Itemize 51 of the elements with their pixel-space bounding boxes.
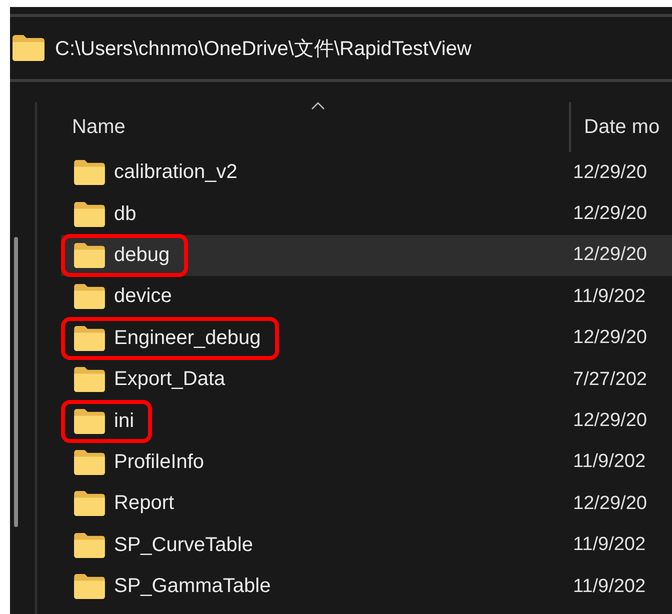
date-modified: 12/29/20 <box>573 244 647 266</box>
date-modified: 12/29/20 <box>573 492 647 515</box>
folder-name: db <box>114 202 136 226</box>
folder-icon <box>74 408 105 434</box>
folder-icon <box>12 35 45 61</box>
folder-icon <box>74 532 105 558</box>
folder-name: ProfileInfo <box>114 450 204 474</box>
folder-row[interactable]: Report 12/29/20 <box>61 483 672 525</box>
folder-name: Engineer_debug <box>114 326 261 350</box>
date-modified: 7/27/202 <box>573 368 647 391</box>
folder-row[interactable]: Export_Data 7/27/202 <box>61 358 672 400</box>
date-modified: 12/29/20 <box>573 203 647 226</box>
date-modified: 11/9/202 <box>573 534 646 556</box>
folder-name: SP_CurveTable <box>114 534 253 557</box>
folder-row[interactable]: SP_GammaTable 11/9/202 <box>61 566 672 608</box>
folder-row[interactable]: debug 12/29/20 <box>61 234 672 276</box>
date-modified: 12/29/20 <box>573 327 647 350</box>
folder-row[interactable]: db 12/29/20 <box>61 193 672 235</box>
date-modified: 11/9/202 <box>573 576 646 598</box>
date-modified: 11/9/202 <box>573 286 646 308</box>
folder-row[interactable]: Engineer_debug 12/29/20 <box>61 318 672 359</box>
folder-icon <box>74 491 105 516</box>
folder-name: Report <box>114 492 174 516</box>
date-modified: 12/29/20 <box>573 162 647 184</box>
date-modified: 11/9/202 <box>573 451 646 474</box>
sort-caret-icon <box>311 102 325 110</box>
folder-icon <box>74 326 105 351</box>
folder-icon <box>74 202 105 227</box>
folder-row[interactable]: ini 12/29/20 <box>61 400 672 442</box>
folder-name: ini <box>114 410 134 433</box>
folder-icon <box>74 160 105 186</box>
folder-row[interactable]: SP_CurveTable 11/9/202 <box>61 524 672 566</box>
folder-name: Export_Data <box>114 368 226 392</box>
folder-row[interactable]: calibration_v2 12/29/20 <box>61 152 672 194</box>
folder-path: C:\Users\chnmo\OneDrive\文件\RapidTestView <box>55 36 472 62</box>
folder-name: debug <box>114 244 170 267</box>
folder-name: SP_GammaTable <box>114 575 271 598</box>
address-bar[interactable]: C:\Users\chnmo\OneDrive\文件\RapidTestView <box>10 14 672 82</box>
folder-icon <box>74 450 105 475</box>
scrollbar[interactable] <box>14 237 18 527</box>
folder-icon <box>74 574 105 600</box>
folder-icon <box>74 367 105 392</box>
column-header[interactable]: Name <box>37 102 571 152</box>
folder-name: device <box>114 285 172 308</box>
folder-row[interactable]: ProfileInfo 11/9/202 <box>61 442 672 484</box>
folder-name: calibration_v2 <box>114 161 238 184</box>
folder-row[interactable]: device 11/9/202 <box>61 276 672 318</box>
folder-icon <box>74 242 105 268</box>
folder-icon <box>74 284 105 310</box>
column-header[interactable]: Date mo <box>571 102 672 152</box>
date-modified: 12/29/20 <box>573 410 647 432</box>
